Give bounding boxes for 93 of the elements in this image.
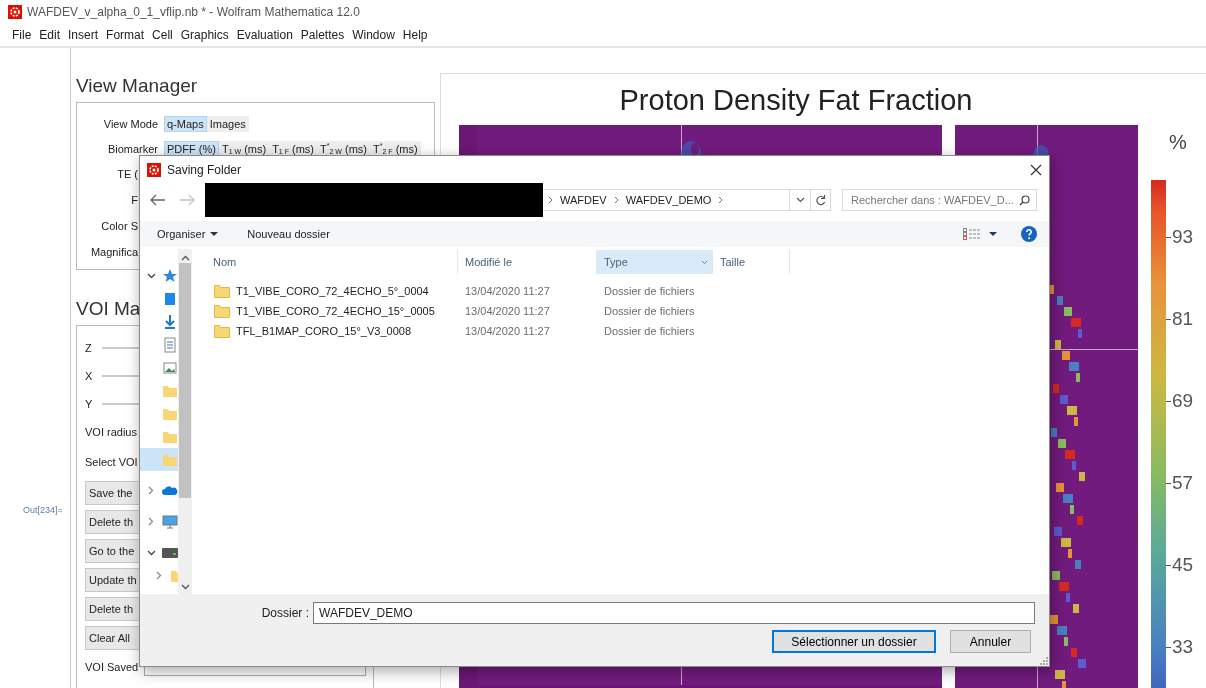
field-label: VOI radius <box>85 426 137 438</box>
tick-label: 93 <box>1166 227 1194 247</box>
caret-down-icon <box>210 232 219 236</box>
resize-grip-icon <box>1040 657 1048 665</box>
search-placeholder: Rechercher dans : WAFDEV_D... <box>851 194 1014 206</box>
window-title: WAFDEV_v_alpha_0_1_vflip.nb * - Wolfram Mathematica 12.0 <box>27 5 360 19</box>
folder-icon <box>214 304 230 318</box>
field-label: Dossier : <box>260 606 310 620</box>
menu-item[interactable]: Graphics <box>176 28 233 42</box>
chevron-down-icon[interactable] <box>146 549 156 556</box>
slider-label: Y <box>85 398 93 410</box>
chevron-down-icon <box>701 259 708 265</box>
dialog-title: Saving Folder <box>167 162 242 177</box>
folder-icon <box>214 284 230 298</box>
file-name[interactable]: T1_VIBE_CORO_72_4ECHO_5°_0004 <box>236 285 429 297</box>
address-bar[interactable]: WAFDEV WAFDEV_DEMO <box>543 189 811 211</box>
menu-item[interactable]: Edit <box>35 28 65 42</box>
document-icon <box>162 336 178 353</box>
field-label: Color S <box>100 220 138 232</box>
table-cell-text: 13/04/2020 11:27 <box>464 325 551 337</box>
section-title: VOI Ma <box>76 297 141 321</box>
new-folder-button[interactable]: Nouveau dossier <box>247 228 330 240</box>
tick-label: 45 <box>1166 555 1194 575</box>
column-header[interactable]: Type <box>597 250 713 274</box>
app-logo-icon <box>147 162 161 177</box>
toggle-option[interactable]: q-Maps <box>164 116 207 132</box>
chevron-right-icon <box>548 196 553 204</box>
menu-item[interactable]: Palettes <box>296 28 349 42</box>
cell-label: Out[234]= <box>23 505 63 515</box>
star-icon <box>162 267 178 284</box>
menu-item[interactable]: Help <box>398 28 432 42</box>
scrollbar-thumb[interactable] <box>179 263 191 498</box>
caret-down-icon[interactable] <box>989 232 997 236</box>
view-list-icon[interactable] <box>963 228 981 240</box>
breadcrumb[interactable]: WAFDEV_DEMO <box>625 194 712 206</box>
table-cell-text: Dossier de fichiers <box>603 325 695 337</box>
menu-item[interactable]: Format <box>102 28 149 42</box>
help-icon[interactable] <box>1021 226 1037 242</box>
tick-label: 33 <box>1166 637 1194 657</box>
chevron-right-icon[interactable] <box>148 517 154 526</box>
unit-label: % <box>1169 131 1187 154</box>
download-icon <box>162 313 178 330</box>
organize-menu[interactable]: Organiser <box>157 228 219 240</box>
column-header[interactable]: Taille <box>713 250 790 274</box>
field-label: Magnifica <box>89 246 138 258</box>
menu-item[interactable]: Insert <box>64 28 103 42</box>
scroll-up-icon[interactable] <box>180 255 190 261</box>
chevron-right-icon <box>718 196 724 204</box>
select-folder-button[interactable]: Sélectionner un dossier <box>772 630 936 653</box>
plot-title: Proton Density Fat Fraction <box>618 83 974 118</box>
file-name[interactable]: T1_VIBE_CORO_72_4ECHO_15°_0005 <box>236 305 435 317</box>
search-icon <box>1019 194 1030 206</box>
search-field[interactable]: Rechercher dans : WAFDEV_D... <box>842 189 1037 211</box>
table-cell-text: Dossier de fichiers <box>603 305 695 317</box>
field-label: F <box>130 194 138 206</box>
chevron-down-icon[interactable] <box>795 197 805 203</box>
folder-icon <box>214 324 230 338</box>
back-arrow-icon[interactable] <box>150 194 166 206</box>
desktop-icon <box>162 290 178 307</box>
tick-label: 81 <box>1166 309 1194 329</box>
file-name[interactable]: TFL_B1MAP_CORO_15°_V3_0008 <box>236 325 411 337</box>
slider-label: X <box>85 370 93 382</box>
table-cell-text: Dossier de fichiers <box>603 285 695 297</box>
close-icon[interactable] <box>1029 162 1043 177</box>
chevron-down-icon[interactable] <box>146 272 156 279</box>
tick-label: 57 <box>1166 473 1194 493</box>
app-logo-icon <box>8 5 22 19</box>
menu-item[interactable]: Evaluation <box>232 28 297 42</box>
menu-item[interactable]: Cell <box>148 28 177 42</box>
menu-item[interactable]: File <box>8 28 36 42</box>
chevron-right-icon[interactable] <box>148 486 154 495</box>
menu-item[interactable]: Window <box>348 28 399 42</box>
folder-name-field[interactable]: WAFDEV_DEMO <box>313 602 1035 624</box>
monitor-icon <box>162 513 178 530</box>
table-cell-text: 13/04/2020 11:27 <box>464 305 551 317</box>
slider-label: Z <box>85 342 92 354</box>
scroll-down-icon[interactable] <box>180 584 190 590</box>
refresh-icon[interactable] <box>815 194 826 206</box>
field-label: TE ( <box>116 168 138 180</box>
column-header[interactable]: Nom <box>206 250 458 274</box>
field-label: View Mode <box>102 118 159 130</box>
chevron-right-icon[interactable] <box>156 571 162 580</box>
toggle-option[interactable]: Images <box>206 116 249 132</box>
chevron-right-icon <box>613 196 619 204</box>
field-label: Select VOI <box>85 456 138 468</box>
cancel-button[interactable]: Annuler <box>950 630 1031 653</box>
section-title: View Manager <box>76 74 198 98</box>
breadcrumb[interactable]: WAFDEV <box>560 194 607 206</box>
table-cell-text: 13/04/2020 11:27 <box>464 285 551 297</box>
field-label: VOI Saved <box>85 660 139 673</box>
field-label: Biomarker <box>106 143 159 155</box>
image-icon <box>162 359 178 376</box>
tick-label: 69 <box>1166 391 1194 411</box>
